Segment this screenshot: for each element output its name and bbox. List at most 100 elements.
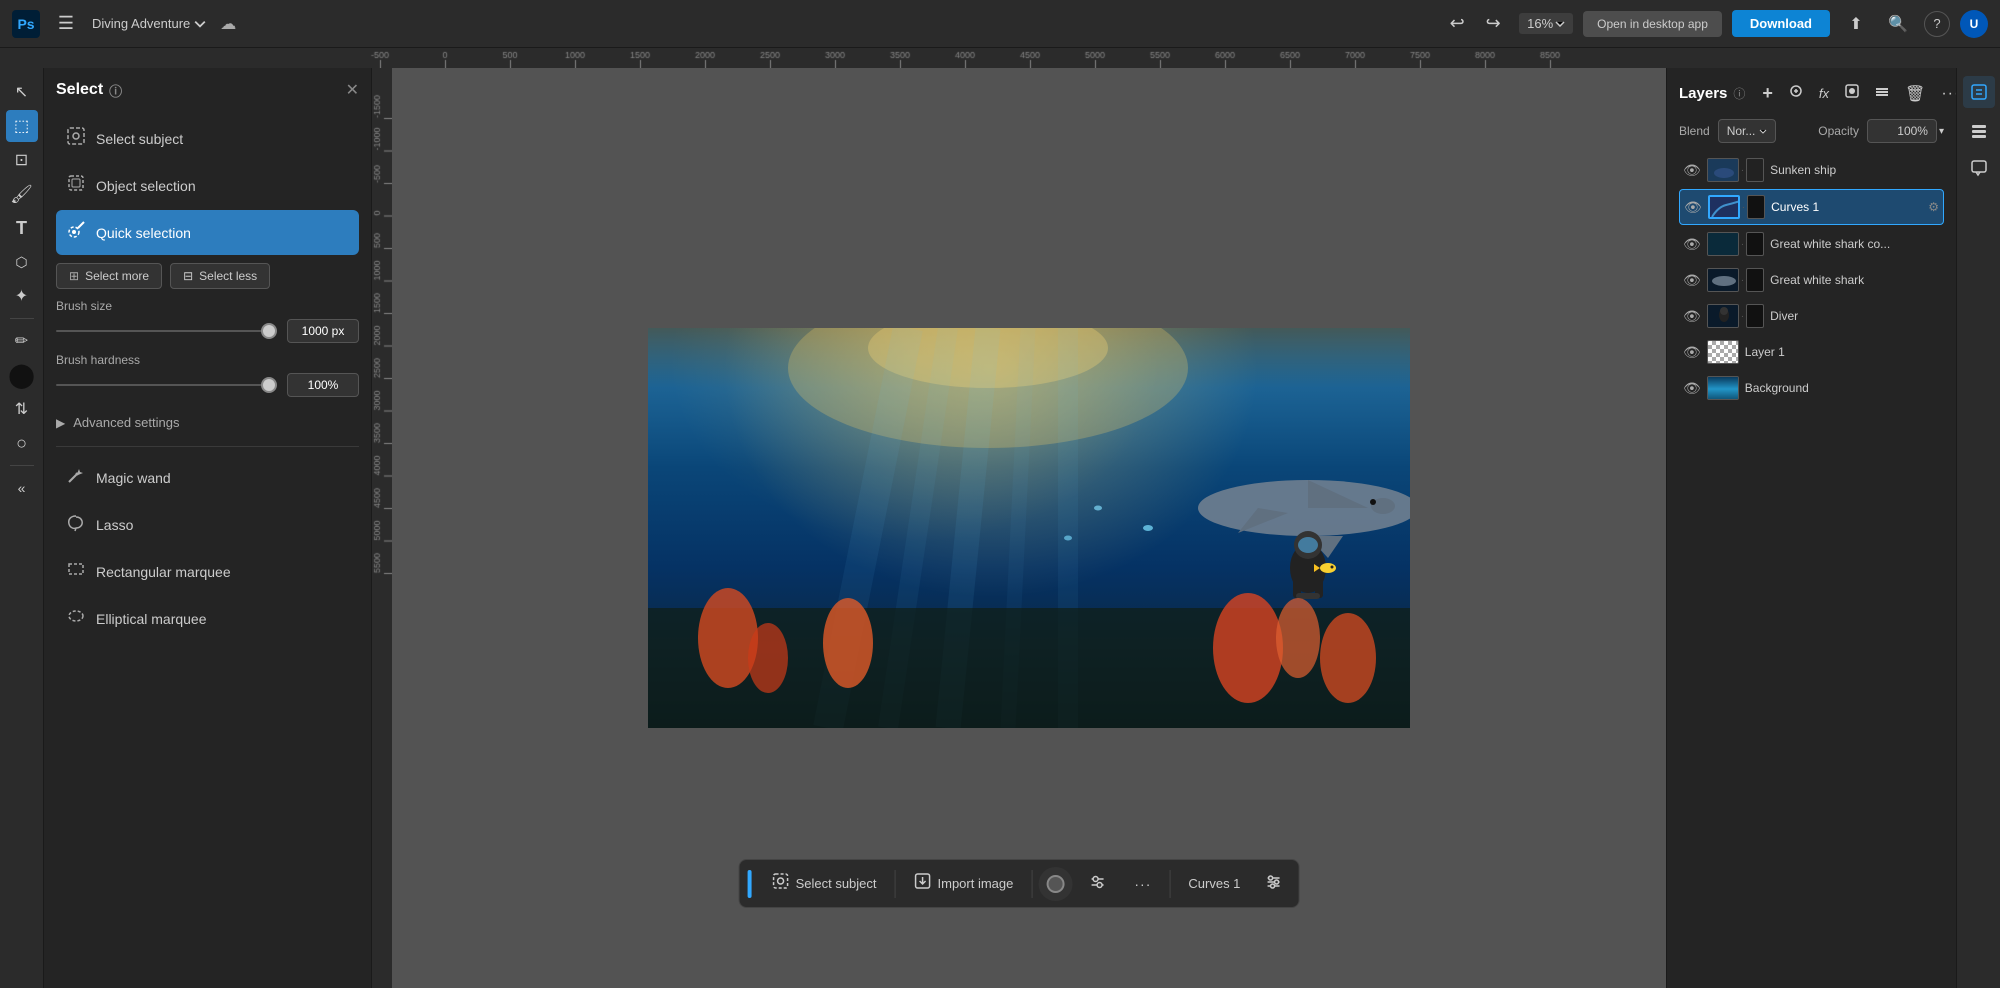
tool-elliptical-marquee[interactable]: Elliptical marquee <box>56 596 359 641</box>
open-desktop-button[interactable]: Open in desktop app <box>1583 11 1722 37</box>
tool-magic-wand[interactable]: Magic wand <box>56 455 359 500</box>
selection-tool[interactable]: ⬚ <box>6 110 38 142</box>
ellipse-tool[interactable]: ○ <box>6 427 38 459</box>
layer-diver[interactable]: 👁 · Diver <box>1679 299 1944 333</box>
more-layers-button[interactable]: ··· <box>1936 82 1956 106</box>
circle-button[interactable] <box>1038 867 1072 901</box>
subject-icon <box>772 872 790 895</box>
search-button[interactable]: 🔍 <box>1882 8 1914 40</box>
delete-layer-button[interactable]: 🗑 <box>1900 81 1930 107</box>
tool-select-subject[interactable]: Select subject <box>56 116 359 161</box>
help-button[interactable]: ? <box>1924 11 1950 37</box>
brush-hardness-thumb[interactable] <box>261 377 277 393</box>
layers-info-icon[interactable]: ⓘ <box>1733 85 1745 102</box>
layer-mask <box>1747 195 1765 219</box>
tool-lasso[interactable]: Lasso <box>56 502 359 547</box>
brush-hardness-input[interactable] <box>287 373 359 397</box>
close-panel-button[interactable]: ✕ <box>346 80 359 100</box>
brush-size-input[interactable] <box>287 319 359 343</box>
mask-button[interactable] <box>1840 81 1864 106</box>
adjust-layer-button[interactable] <box>1784 81 1808 106</box>
layer-sunken-ship[interactable]: 👁 · Sunken ship <box>1679 153 1944 187</box>
advanced-settings[interactable]: ▶ Advanced settings <box>56 407 359 438</box>
adjust-button[interactable] <box>1076 867 1118 900</box>
sunken-ship-thumb <box>1708 159 1739 182</box>
layer-curves-1[interactable]: 👁 · Curves 1 ⚙ <box>1679 189 1944 225</box>
tool-quick-selection[interactable]: Quick selection <box>56 210 359 255</box>
select-more-button[interactable]: ⊞ Select more <box>56 263 162 289</box>
blend-select[interactable]: Nor... <box>1718 119 1777 143</box>
brush-size-track[interactable] <box>56 330 277 332</box>
more-options-button[interactable]: ··· <box>1122 870 1163 898</box>
opacity-arrow-icon[interactable]: ▾ <box>1939 126 1944 137</box>
download-button[interactable]: Download <box>1732 10 1830 37</box>
collapse-panel-button[interactable]: « <box>6 472 38 504</box>
curves-thumb <box>1710 197 1740 219</box>
panel-info-icon[interactable]: ⓘ <box>109 81 122 100</box>
layers-button[interactable] <box>1963 114 1995 146</box>
blend-chevron-icon <box>1759 129 1767 134</box>
layer-great-white-shark-co[interactable]: 👁 · Great white shark co... <box>1679 227 1944 261</box>
layer-eye-icon[interactable]: 👁 <box>1683 380 1701 397</box>
divider-3 <box>1169 870 1170 898</box>
vertical-ruler <box>372 68 392 988</box>
topbar: Ps ☰ Diving Adventure ☁ ↩ ↪ 16% Open in … <box>0 0 2000 48</box>
curves-button[interactable]: Curves 1 <box>1176 870 1252 897</box>
circle-icon <box>1046 875 1064 893</box>
layer-settings-icon[interactable]: ⚙ <box>1928 200 1939 214</box>
undo-button[interactable]: ↩ <box>1441 8 1473 40</box>
shark-thumb <box>1708 269 1739 292</box>
divider-1 <box>895 870 896 898</box>
main-image[interactable] <box>648 328 1410 728</box>
layer-eye-icon[interactable]: 👁 <box>1683 308 1701 325</box>
share-button[interactable]: ⬆ <box>1840 8 1872 40</box>
right-panel: Layers ⓘ + fx <box>1666 68 1956 988</box>
shape-tool[interactable]: ⬡ <box>6 246 38 278</box>
scene-svg <box>648 328 1410 728</box>
healing-tool[interactable]: ✦ <box>6 280 38 312</box>
tool-object-selection[interactable]: Object selection <box>56 163 359 208</box>
layer-great-white-shark[interactable]: 👁 · Great white shark <box>1679 263 1944 297</box>
select-subject-button[interactable]: Select subject <box>760 866 889 901</box>
select-panel: Select ⓘ ✕ Select subject O <box>44 68 372 988</box>
curves-settings-button[interactable] <box>1256 867 1290 900</box>
import-image-button[interactable]: Import image <box>902 866 1026 901</box>
arrange-tool[interactable]: ⇅ <box>6 393 38 425</box>
layer-thumbnail <box>1707 340 1739 364</box>
layer-eye-icon[interactable]: 👁 <box>1683 236 1701 253</box>
layer-eye-icon[interactable]: 👁 <box>1684 199 1702 216</box>
layer-background[interactable]: 👁 Bac <box>1679 371 1944 405</box>
panel-title: Select ⓘ <box>56 81 122 100</box>
layers-icon <box>1970 121 1988 139</box>
type-tool[interactable]: T <box>6 212 38 244</box>
brush-size-label: Brush size <box>56 299 359 313</box>
properties-button[interactable] <box>1963 76 1995 108</box>
layer-eye-icon[interactable]: 👁 <box>1683 344 1701 361</box>
document-name[interactable]: Diving Adventure <box>92 16 206 31</box>
select-less-button[interactable]: ⊟ Select less <box>170 263 270 289</box>
canvas-area: Select subject Import image <box>372 68 1666 988</box>
rectangular-marquee-icon <box>66 559 86 584</box>
brush-tool[interactable]: 🖌 <box>6 178 38 210</box>
move-tool[interactable]: ↖ <box>6 76 38 108</box>
menu-button[interactable]: ☰ <box>50 8 82 40</box>
opacity-input[interactable] <box>1867 119 1937 143</box>
foreground-color[interactable]: ⬤ <box>6 359 38 391</box>
avatar[interactable]: U <box>1960 10 1988 38</box>
layer-eye-icon[interactable]: 👁 <box>1683 272 1701 289</box>
tool-rectangular-marquee[interactable]: Rectangular marquee <box>56 549 359 594</box>
layer-stack-button[interactable] <box>1870 81 1894 106</box>
pen-tool[interactable]: ✏ <box>6 325 38 357</box>
brush-size-thumb[interactable] <box>261 323 277 339</box>
add-layer-button[interactable]: + <box>1757 80 1778 107</box>
redo-button[interactable]: ↪ <box>1477 8 1509 40</box>
zoom-control[interactable]: 16% <box>1519 13 1573 34</box>
crop-tool[interactable]: ⊡ <box>6 144 38 176</box>
layer-layer-1[interactable]: 👁 Layer 1 <box>1679 335 1944 369</box>
brush-hardness-track[interactable] <box>56 384 277 386</box>
opacity-input-group[interactable]: ▾ <box>1867 119 1944 143</box>
layer-eye-icon[interactable]: 👁 <box>1683 162 1701 179</box>
chat-button[interactable] <box>1963 152 1995 184</box>
canvas-container[interactable] <box>392 68 1666 988</box>
fx-button[interactable]: fx <box>1814 83 1834 104</box>
